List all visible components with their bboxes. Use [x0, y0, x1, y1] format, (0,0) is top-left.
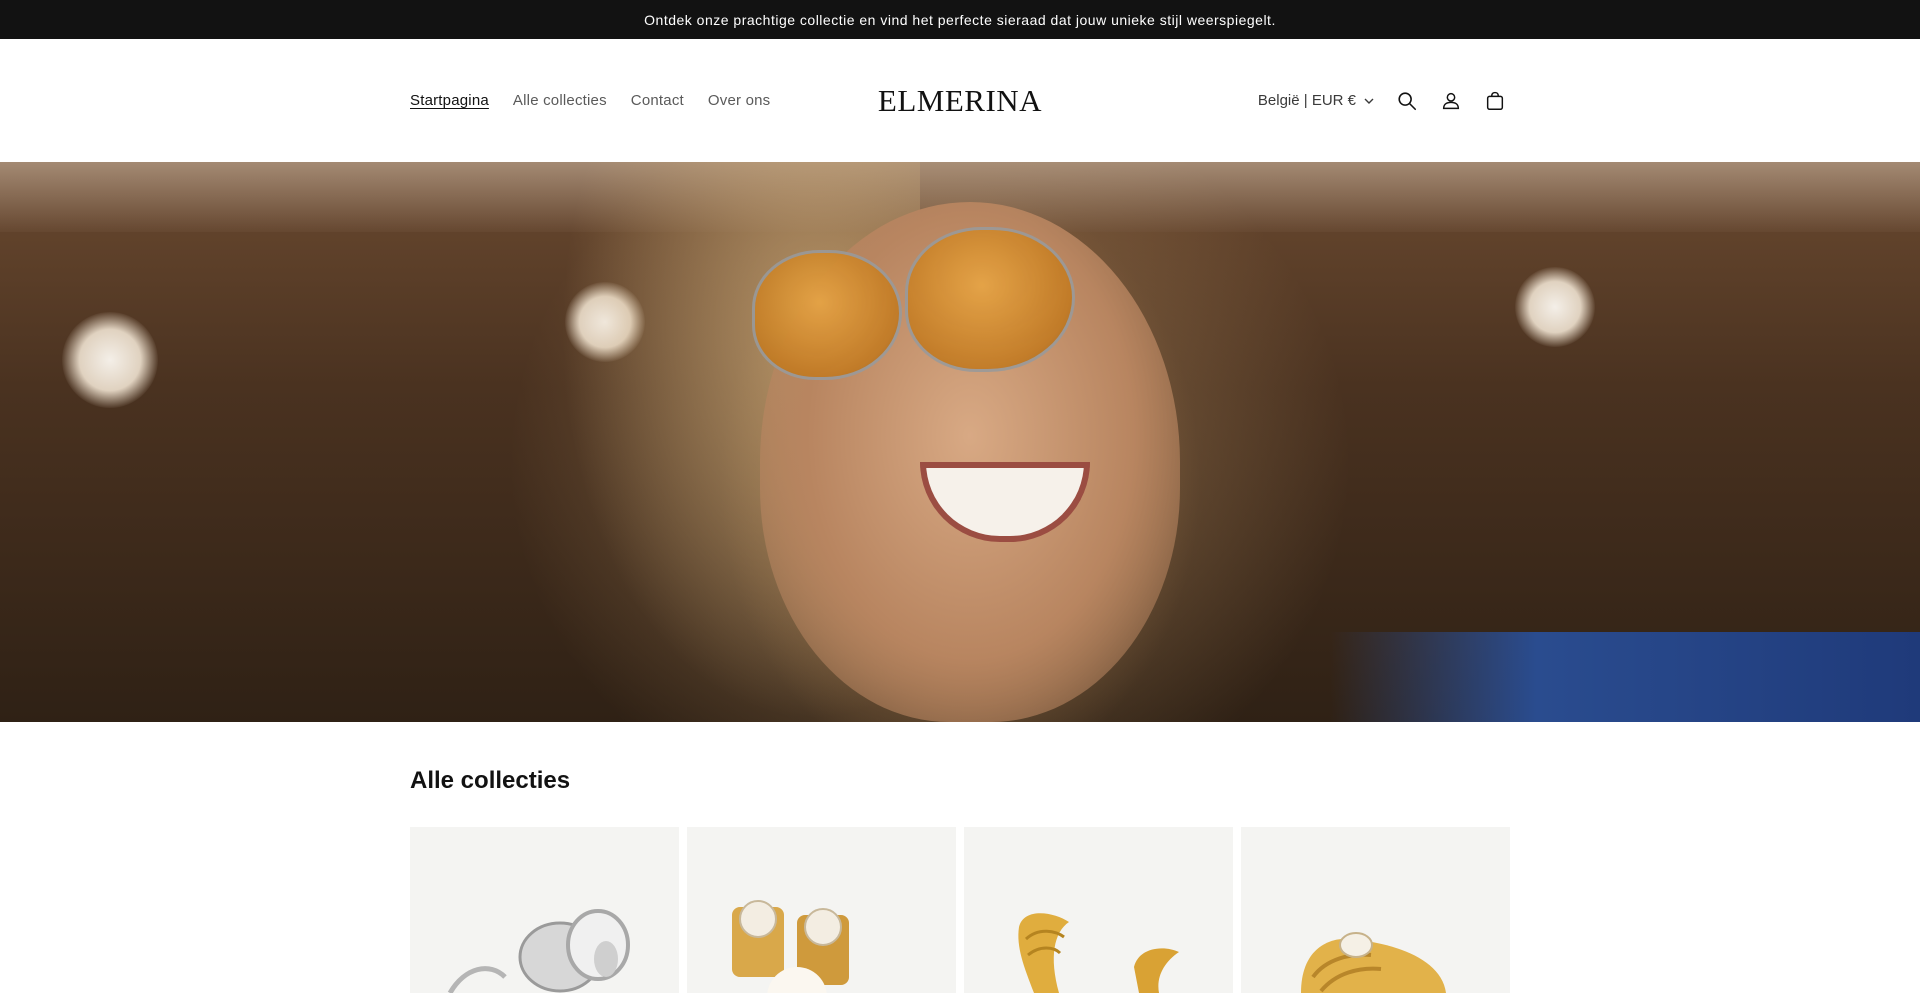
- search-button[interactable]: [1392, 86, 1422, 116]
- cart-button[interactable]: [1480, 86, 1510, 116]
- country-selector-label: België | EUR €: [1257, 92, 1356, 109]
- collection-grid: [410, 827, 1510, 993]
- nav-link-home[interactable]: Startpagina: [410, 92, 489, 109]
- chevron-down-icon: [1364, 98, 1374, 104]
- announcement-text: Ontdek onze prachtige collectie en vind …: [644, 11, 1276, 28]
- search-icon: [1398, 91, 1417, 110]
- account-button[interactable]: [1436, 86, 1466, 116]
- gold-pearl-earrings-image: [732, 900, 849, 993]
- collection-card[interactable]: [964, 827, 1233, 993]
- announcement-bar: Ontdek onze prachtige collectie en vind …: [0, 0, 1920, 39]
- collection-card[interactable]: [1241, 827, 1510, 993]
- cart-icon: [1486, 91, 1504, 110]
- nav-link-contact[interactable]: Contact: [631, 92, 684, 109]
- collections-title: Alle collecties: [410, 767, 571, 794]
- site-header: Startpagina Alle collecties Contact Over…: [0, 39, 1920, 162]
- main-nav: Startpagina Alle collecties Contact Over…: [410, 39, 770, 162]
- collection-card[interactable]: [687, 827, 956, 993]
- header-actions: België | EUR €: [1258, 39, 1510, 162]
- silver-rings-image: [447, 909, 630, 993]
- collection-card[interactable]: [410, 827, 679, 993]
- hero-banner-image: [0, 162, 1920, 722]
- site-logo[interactable]: ELMERINA: [860, 39, 1060, 162]
- gold-pearl-ring-image: [1301, 932, 1446, 993]
- country-selector[interactable]: België | EUR €: [1258, 92, 1374, 109]
- nav-link-about[interactable]: Over ons: [708, 92, 770, 109]
- gold-wave-earrings-image: [1018, 913, 1179, 993]
- nav-link-all-collections[interactable]: Alle collecties: [513, 92, 607, 109]
- collections-section: Alle collecties: [410, 722, 1510, 993]
- account-icon: [1442, 92, 1460, 109]
